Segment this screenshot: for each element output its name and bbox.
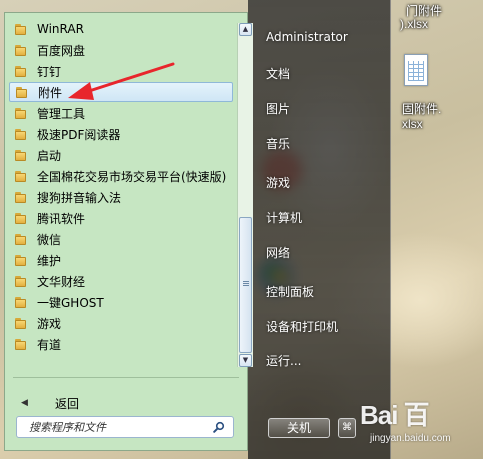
scroll-up-button[interactable]: ▲ [239, 23, 252, 36]
back-button[interactable]: ◀ 返回 [15, 393, 235, 413]
search-input[interactable] [27, 419, 211, 435]
watermark-url: jingyan.baidu.com [370, 433, 451, 444]
back-arrow-icon: ◀ [21, 398, 28, 408]
shutdown-button[interactable]: 关机 [268, 418, 330, 438]
start-menu: WinRAR 百度网盘钉钉附件管理工具极速PDF阅读器 启动全国棉花交易市场交易平台… [0, 0, 391, 459]
folder-icon [15, 275, 29, 287]
right-panel-item[interactable]: 控制面板 [266, 283, 314, 300]
program-item-label: 微信 [37, 232, 62, 247]
program-item-label: 启动 [37, 148, 62, 163]
right-panel-item[interactable]: 网络 [266, 244, 290, 261]
program-item-label: 文华财经 [37, 274, 86, 289]
right-panel-item[interactable]: 计算机 [266, 209, 302, 226]
right-panel-item[interactable]: 图片 [266, 100, 290, 117]
program-item[interactable]: 维护 [9, 250, 233, 270]
program-list: WinRAR 百度网盘钉钉附件管理工具极速PDF阅读器 启动全国棉花交易市场交易平台… [9, 19, 235, 369]
program-item[interactable]: 一键GHOST [9, 292, 233, 312]
program-item[interactable]: 全国棉花交易市场交易平台(快速版) [9, 166, 233, 186]
desktop-file-label: ).xlsx [400, 17, 428, 31]
program-item-label: 管理工具 [37, 106, 86, 121]
divider [13, 377, 239, 378]
desktop-file[interactable]: 固附件. xlsx [392, 54, 482, 138]
program-item-label: 搜狗拼音输入法 [37, 190, 122, 205]
folder-icon [16, 86, 30, 98]
right-panel-item[interactable]: 运行... [266, 352, 301, 369]
watermark-logo: Bai 百 [360, 400, 430, 430]
folder-icon [15, 107, 29, 119]
right-panel-item[interactable]: 文档 [266, 65, 290, 82]
grip-icon [243, 280, 249, 286]
folder-icon [15, 170, 29, 182]
program-item[interactable]: 文华财经 [9, 271, 233, 291]
search-icon[interactable] [213, 421, 225, 433]
scroll-down-button[interactable]: ▼ [239, 354, 252, 367]
all-programs-panel: WinRAR 百度网盘钉钉附件管理工具极速PDF阅读器 启动全国棉花交易市场交易平台… [4, 12, 253, 451]
program-item-label: 维护 [37, 253, 62, 268]
folder-icon [15, 233, 29, 245]
program-item[interactable]: 百度网盘 [9, 40, 233, 60]
program-item[interactable]: 极速PDF阅读器 [9, 124, 233, 144]
program-item-label: 极速PDF阅读器 [37, 127, 121, 142]
folder-icon [15, 191, 29, 203]
right-panel-item[interactable]: 游戏 [266, 174, 290, 191]
program-item-label: 有道 [37, 337, 62, 352]
folder-icon [15, 254, 29, 266]
program-item[interactable]: 搜狗拼音输入法 [9, 187, 233, 207]
program-item-label: 一键GHOST [37, 295, 104, 310]
program-item-label: 附件 [38, 85, 63, 100]
desktop-file-label: 固附件. [402, 102, 442, 116]
program-item[interactable]: 启动 [9, 145, 233, 165]
right-panel-item[interactable]: 音乐 [266, 135, 290, 152]
folder-icon [15, 317, 29, 329]
folder-icon [15, 149, 29, 161]
program-item-label: 全国棉花交易市场交易平台(快速版) [37, 169, 227, 184]
folder-icon [15, 65, 29, 77]
program-item[interactable]: 游戏 [9, 313, 233, 333]
back-label: 返回 [55, 396, 80, 411]
folder-icon [15, 128, 29, 140]
folder-icon [15, 296, 29, 308]
program-item-label: 百度网盘 [37, 43, 86, 58]
folder-icon [15, 44, 29, 56]
folder-icon [15, 338, 29, 350]
program-item-label: 腾讯软件 [37, 211, 86, 226]
shutdown-options-button[interactable]: ⌘ [338, 418, 356, 438]
right-panel-item[interactable]: 设备和打印机 [266, 318, 338, 335]
program-item[interactable]: 腾讯软件 [9, 208, 233, 228]
program-list-scrollbar[interactable]: ▲ ▼ [237, 23, 253, 367]
program-item[interactable]: WinRAR [9, 19, 233, 39]
baidu-watermark: Bai 百 jingyan.baidu.com [360, 395, 480, 455]
program-item-label: 钉钉 [37, 64, 62, 79]
desktop-file[interactable]: 门附件 ).xlsx [388, 0, 478, 40]
program-item[interactable]: 附件 [9, 82, 233, 102]
program-item[interactable]: 微信 [9, 229, 233, 249]
program-item-label: 游戏 [37, 316, 62, 331]
program-item[interactable]: 钉钉 [9, 61, 233, 81]
scroll-thumb[interactable] [239, 217, 252, 353]
folder-icon [15, 23, 29, 35]
program-item[interactable]: 管理工具 [9, 103, 233, 123]
desktop-file-label: xlsx [402, 117, 423, 131]
program-item-label: WinRAR [37, 22, 84, 36]
user-name-link[interactable]: Administrator [266, 30, 348, 44]
program-item[interactable]: 有道 [9, 334, 233, 354]
folder-icon [15, 212, 29, 224]
search-box [16, 416, 234, 438]
spreadsheet-icon [404, 54, 428, 86]
